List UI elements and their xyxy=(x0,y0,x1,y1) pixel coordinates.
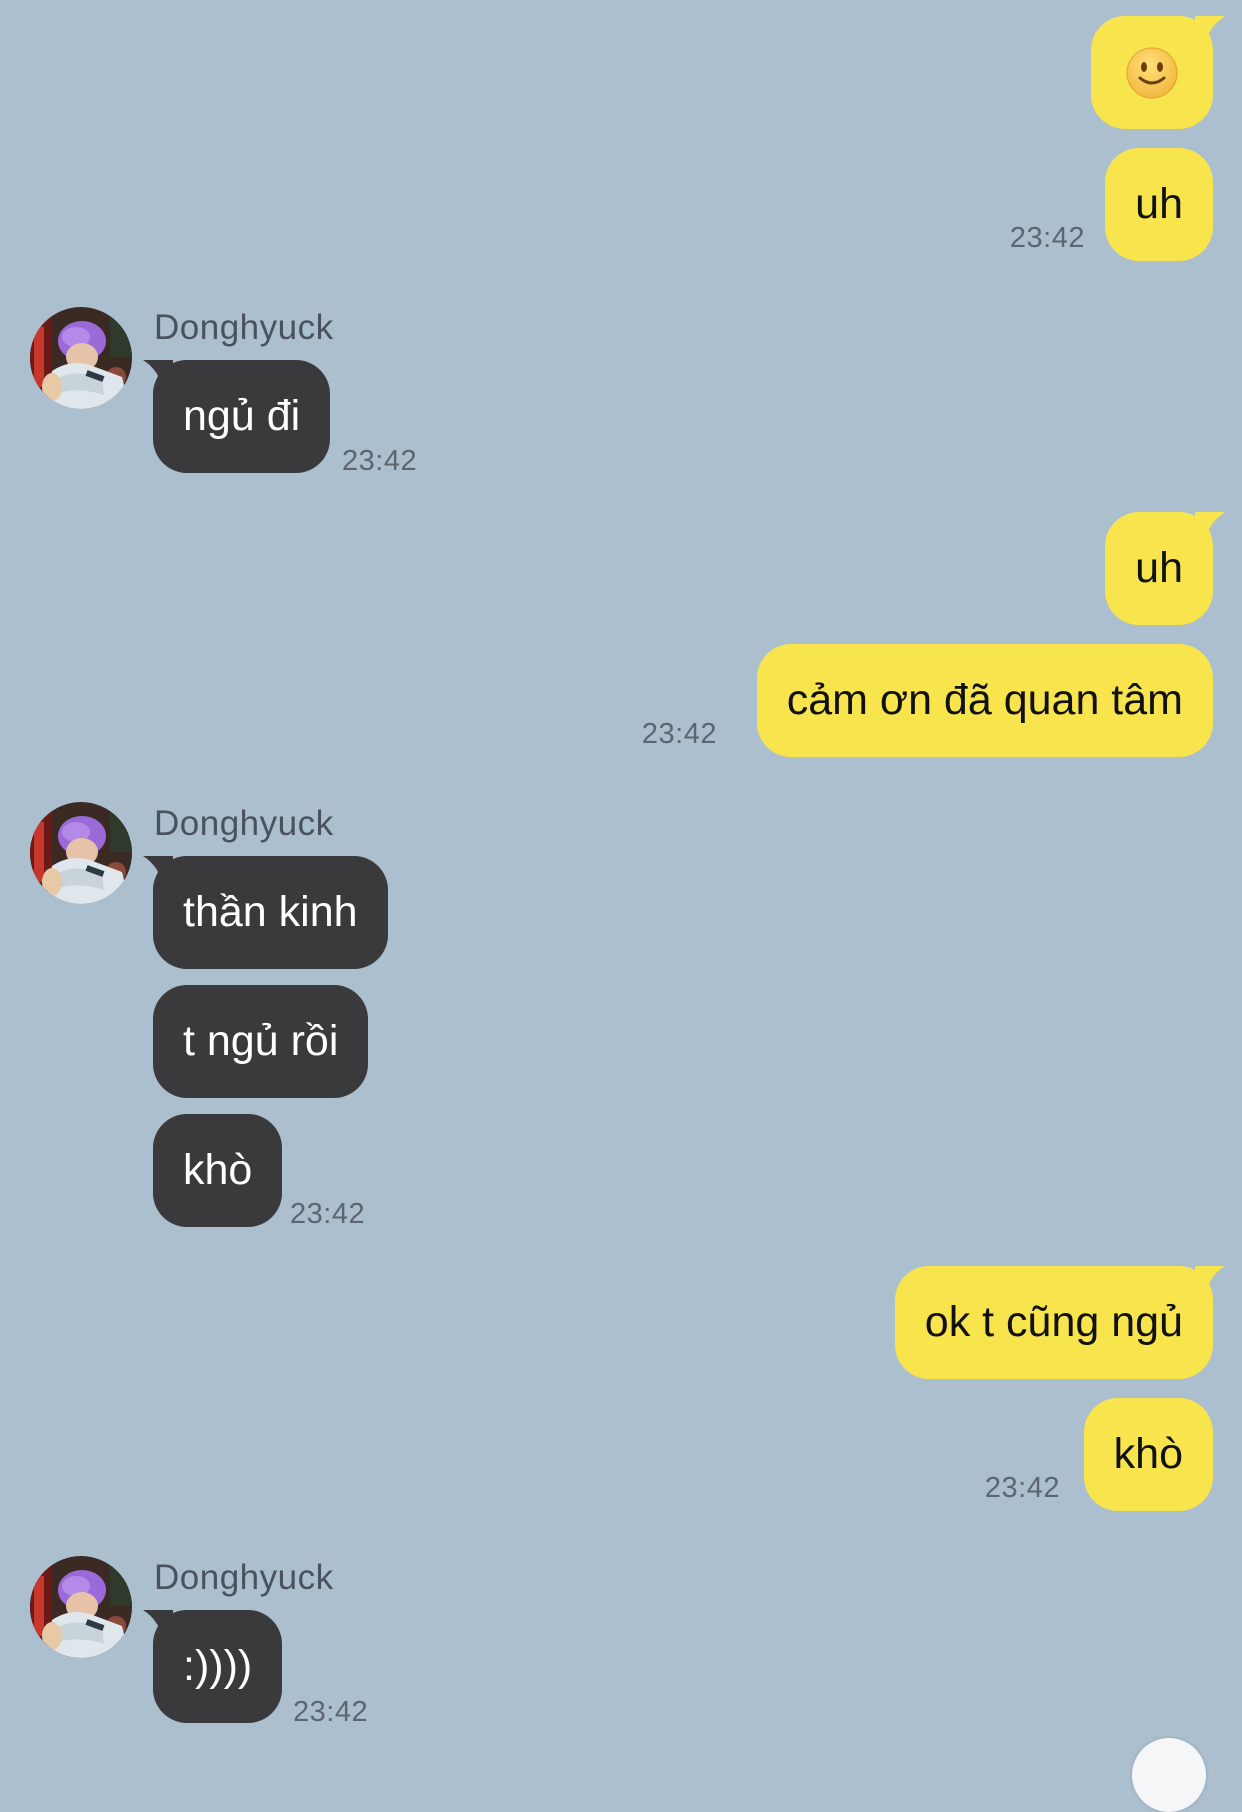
contact-avatar[interactable] xyxy=(30,307,132,409)
my-message-bubble[interactable]: uh xyxy=(1105,512,1213,625)
sender-name: Donghyuck xyxy=(154,804,334,843)
bubble-tail xyxy=(143,1610,173,1640)
their-message-bubble[interactable]: ngủ đi xyxy=(153,360,331,473)
chat-thread[interactable]: 🙂 uh 23:42 Donghyuck ngủ đi 23:42 uh cảm… xyxy=(0,0,1242,1812)
scroll-down-icon[interactable] xyxy=(1132,1738,1206,1812)
message-text: t ngủ rồi xyxy=(183,1017,339,1065)
sender-name: Donghyuck xyxy=(154,1558,334,1597)
message-timestamp: 23:42 xyxy=(1009,222,1085,254)
message-timestamp: 23:42 xyxy=(290,1198,366,1230)
message-text: ngủ đi xyxy=(183,392,301,440)
bubble-tail xyxy=(1195,1266,1225,1296)
message-text: uh xyxy=(1135,544,1183,592)
avatar-photo xyxy=(30,802,132,904)
avatar-photo xyxy=(30,307,132,409)
avatar-photo xyxy=(30,1556,132,1658)
their-message-bubble[interactable]: thần kinh xyxy=(153,856,388,969)
their-message-bubble[interactable]: :)))) xyxy=(153,1610,283,1723)
message-text: ok t cũng ngủ xyxy=(924,1298,1183,1346)
sender-name: Donghyuck xyxy=(154,308,334,347)
their-message-bubble[interactable]: khò xyxy=(153,1114,283,1227)
message-timestamp: 23:42 xyxy=(342,445,418,477)
bubble-tail xyxy=(1195,16,1225,46)
message-text: uh xyxy=(1135,180,1183,228)
slightly-smiling-face-icon xyxy=(1125,46,1179,100)
my-message-bubble[interactable]: uh xyxy=(1105,148,1213,261)
contact-avatar[interactable] xyxy=(30,1556,132,1658)
their-message-bubble[interactable]: t ngủ rồi xyxy=(153,985,369,1098)
bubble-tail xyxy=(1195,512,1225,542)
message-timestamp: 23:42 xyxy=(293,1696,369,1728)
my-message-bubble[interactable]: 🙂 xyxy=(1091,16,1213,129)
bubble-tail xyxy=(143,856,173,886)
message-timestamp: 23:42 xyxy=(984,1472,1060,1504)
my-message-bubble[interactable]: ok t cũng ngủ xyxy=(894,1266,1213,1379)
my-message-bubble[interactable]: khò xyxy=(1083,1398,1213,1511)
message-timestamp: 23:42 xyxy=(641,718,717,750)
my-message-bubble[interactable]: cảm ơn đã quan tâm xyxy=(756,644,1213,757)
contact-avatar[interactable] xyxy=(30,802,132,904)
bubble-tail xyxy=(143,360,173,390)
message-text: khò xyxy=(1113,1430,1183,1478)
message-text: khò xyxy=(183,1146,253,1194)
message-text: :)))) xyxy=(183,1642,253,1690)
message-text: thần kinh xyxy=(183,888,358,936)
message-text: cảm ơn đã quan tâm xyxy=(786,676,1183,724)
